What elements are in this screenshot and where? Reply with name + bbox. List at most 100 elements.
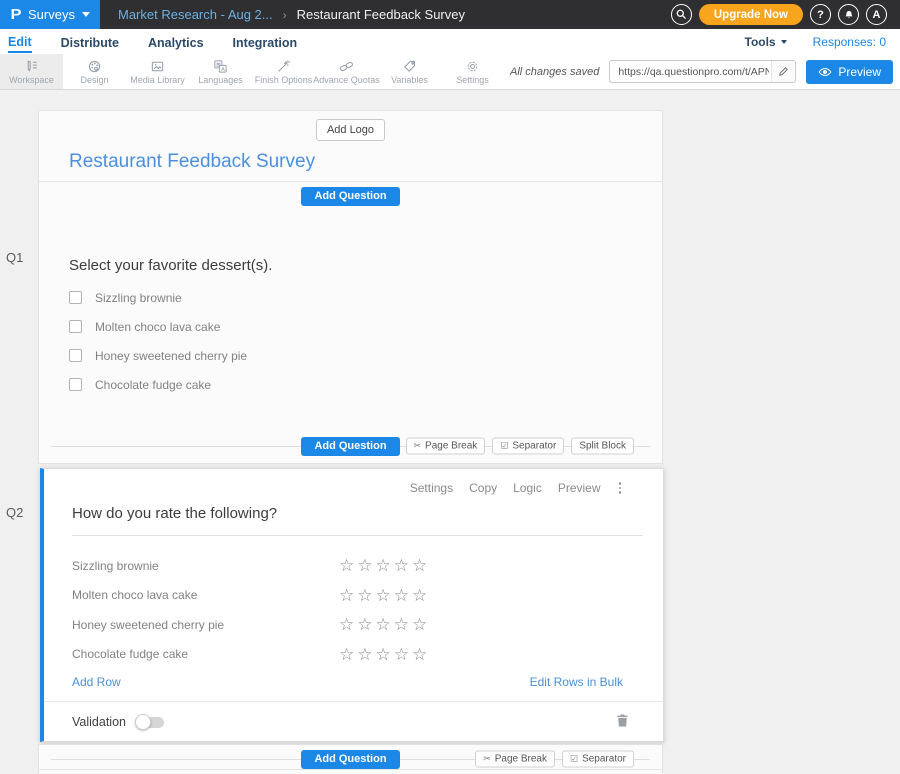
add-question-button[interactable]: Add Question [301, 750, 399, 769]
survey-canvas: Q1 Q2 Add Logo Restaurant Feedback Surve… [0, 90, 900, 774]
block-footer-actions: Add Question ✂Page Break ☑Separator Spli… [39, 435, 662, 457]
notifications-button[interactable] [838, 4, 859, 25]
toolbar-item-languages[interactable]: A Languages [189, 54, 252, 89]
add-logo-button[interactable]: Add Logo [316, 119, 385, 141]
toolbar-item-settings[interactable]: Settings [441, 54, 504, 89]
separator-label: Separator [512, 441, 556, 452]
question-copy-button[interactable]: Copy [469, 481, 497, 495]
search-button[interactable] [671, 4, 692, 25]
checkbox[interactable] [69, 349, 82, 362]
star-icon[interactable] [339, 616, 354, 633]
breadcrumb-folder[interactable]: Market Research - Aug 2... [118, 7, 273, 22]
page-break-button[interactable]: ✂Page Break [406, 438, 486, 455]
next-block-top: Add Question ✂Page Break ☑Separator [38, 744, 663, 774]
validation-label: Validation [72, 715, 126, 729]
separator-button[interactable]: ☑Separator [562, 751, 634, 768]
star-icon[interactable] [357, 587, 372, 604]
rating-row-label[interactable]: Molten choco lava cake [72, 588, 339, 602]
edit-url-button[interactable] [771, 61, 795, 82]
tab-edit[interactable]: Edit [8, 31, 32, 53]
star-icon[interactable] [357, 616, 372, 633]
rating-row-label[interactable]: Sizzling brownie [72, 559, 339, 573]
toolbar-item-design[interactable]: Design [63, 54, 126, 89]
page-break-button[interactable]: ✂Page Break [475, 751, 555, 768]
responses-count[interactable]: Responses: 0 [813, 35, 886, 49]
split-block-button[interactable]: Split Block [571, 438, 634, 455]
question-action-bar: Settings Copy Logic Preview [410, 480, 623, 496]
svg-text:A: A [221, 66, 225, 72]
avatar[interactable]: A [866, 4, 887, 25]
tools-menu[interactable]: Tools [745, 35, 787, 49]
toolbar-item-label: Advance Quotas [313, 75, 380, 85]
q1-options: Sizzling brownie Molten choco lava cake … [69, 283, 632, 399]
star-icon[interactable] [376, 646, 391, 663]
tab-integration[interactable]: Integration [233, 32, 298, 52]
edit-rows-in-bulk-link[interactable]: Edit Rows in Bulk [530, 675, 623, 689]
checkbox[interactable] [69, 320, 82, 333]
rating-rows: Sizzling brownie Molten choco lava cake … [72, 551, 623, 669]
divider [72, 535, 643, 536]
option-label: Molten choco lava cake [95, 320, 220, 334]
row-edit-links: Add Row Edit Rows in Bulk [72, 675, 623, 689]
preview-button[interactable]: Preview [806, 60, 893, 84]
star-icon[interactable] [412, 616, 427, 633]
option-label: Chocolate fudge cake [95, 378, 211, 392]
star-icon[interactable] [394, 616, 409, 633]
star-icon[interactable] [412, 646, 427, 663]
checkbox[interactable] [69, 291, 82, 304]
star-icon[interactable] [394, 557, 409, 574]
logo-row: Add Logo [39, 119, 662, 141]
help-button[interactable]: ? [810, 4, 831, 25]
tab-distribute[interactable]: Distribute [61, 32, 119, 52]
star-rating [339, 557, 427, 574]
star-icon[interactable] [339, 557, 354, 574]
breadcrumb-current: Restaurant Feedback Survey [297, 7, 465, 22]
page-break-label: Page Break [495, 754, 547, 765]
main-tab-bar: Edit Distribute Analytics Integration To… [0, 29, 900, 54]
toolbar-item-variables[interactable]: Variables [378, 54, 441, 89]
editor-toolbar: Workspace Design Media Library A Languag… [0, 54, 900, 90]
delete-question-button[interactable] [616, 713, 629, 731]
q2-question-text[interactable]: How do you rate the following? [72, 505, 277, 522]
checkbox[interactable] [69, 378, 82, 391]
star-icon[interactable] [394, 587, 409, 604]
preview-label: Preview [838, 65, 881, 79]
toolbar-item-workspace[interactable]: Workspace [0, 54, 63, 89]
product-menu[interactable]: P Surveys [0, 0, 100, 29]
question-logic-button[interactable]: Logic [513, 481, 542, 495]
more-options-icon[interactable] [617, 480, 624, 496]
toolbar-item-media-library[interactable]: Media Library [126, 54, 189, 89]
separator-button[interactable]: ☑Separator [492, 438, 564, 455]
rating-row-label[interactable]: Chocolate fudge cake [72, 647, 339, 661]
add-question-button[interactable]: Add Question [301, 187, 399, 206]
star-icon[interactable] [339, 587, 354, 604]
block-footer-actions: Add Question ✂Page Break ☑Separator [39, 748, 662, 770]
rating-row: Chocolate fudge cake [72, 640, 623, 670]
star-icon[interactable] [357, 557, 372, 574]
chevron-down-icon [82, 12, 90, 17]
star-icon[interactable] [376, 587, 391, 604]
toolbar-item-advance-quotas[interactable]: Advance Quotas [315, 54, 378, 89]
add-question-button[interactable]: Add Question [301, 437, 399, 456]
star-icon[interactable] [357, 646, 372, 663]
add-row-link[interactable]: Add Row [72, 675, 121, 689]
star-icon[interactable] [412, 557, 427, 574]
star-icon[interactable] [394, 646, 409, 663]
survey-block-2-selected[interactable]: Settings Copy Logic Preview How do you r… [40, 468, 664, 742]
tab-analytics[interactable]: Analytics [148, 32, 204, 52]
question-settings-button[interactable]: Settings [410, 481, 453, 495]
star-icon[interactable] [412, 587, 427, 604]
upgrade-now-button[interactable]: Upgrade Now [699, 4, 803, 25]
q1-question-text[interactable]: Select your favorite dessert(s). [69, 257, 272, 274]
validation-toggle[interactable] [138, 717, 164, 728]
breadcrumb-separator: › [283, 8, 287, 22]
star-icon[interactable] [376, 616, 391, 633]
rating-row-label[interactable]: Honey sweetened cherry pie [72, 618, 339, 632]
image-icon [150, 59, 165, 74]
star-icon[interactable] [376, 557, 391, 574]
survey-title[interactable]: Restaurant Feedback Survey [69, 151, 315, 173]
toolbar-item-finish-options[interactable]: Finish Options [252, 54, 315, 89]
survey-url-input[interactable] [610, 66, 771, 78]
star-icon[interactable] [339, 646, 354, 663]
question-preview-button[interactable]: Preview [558, 481, 601, 495]
